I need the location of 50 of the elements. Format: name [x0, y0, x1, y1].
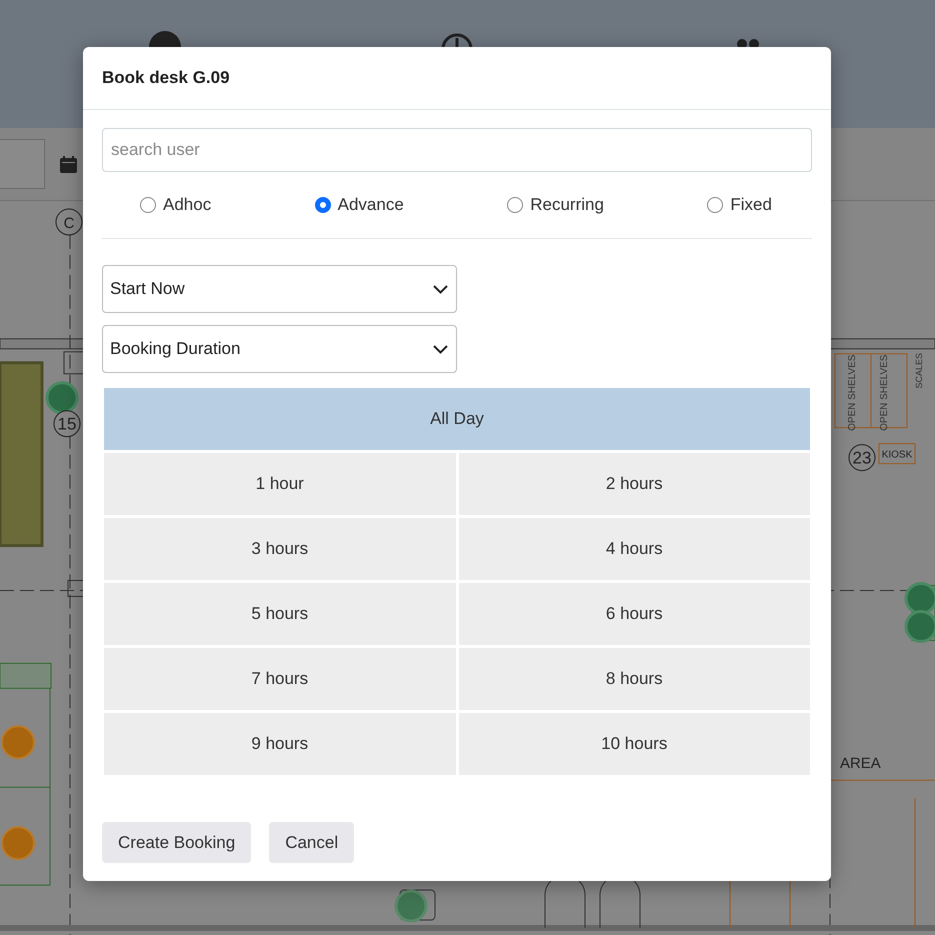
create-button[interactable]: Create Booking: [102, 822, 252, 863]
duration-option[interactable]: 6 hours: [458, 583, 810, 645]
duration-option[interactable]: 2 hours: [458, 453, 810, 515]
desk-marker[interactable]: [1, 725, 35, 760]
cancel-button[interactable]: Cancel: [269, 822, 354, 863]
plan-label: 15: [54, 410, 80, 438]
dropdown[interactable]: Start Now: [102, 265, 457, 313]
booking-type-option[interactable]: Fixed: [707, 195, 772, 215]
option-label: Recurring: [530, 195, 604, 215]
duration-option[interactable]: All Day: [104, 388, 810, 450]
duration-option[interactable]: 3 hours: [104, 518, 456, 580]
duration-option[interactable]: 8 hours: [458, 648, 810, 710]
option-label: Advance: [338, 195, 404, 215]
desk-marker[interactable]: [1, 826, 35, 860]
plan-label: C: [56, 208, 82, 236]
duration-option[interactable]: 5 hours: [104, 583, 456, 645]
dropdown[interactable]: Booking Duration: [102, 325, 457, 373]
desk-marker[interactable]: [394, 890, 428, 923]
radio-button[interactable]: [507, 197, 524, 213]
plan-label: KIOSK: [878, 443, 916, 464]
search-field[interactable]: search user: [102, 128, 812, 172]
duration-option[interactable]: 10 hours: [458, 713, 810, 775]
radio-button[interactable]: [314, 197, 331, 213]
radio-button[interactable]: [140, 197, 156, 213]
duration-option[interactable]: 7 hours: [104, 648, 456, 710]
duration-option[interactable]: 4 hours: [458, 518, 810, 580]
clock-icon[interactable]: [440, 32, 474, 48]
radio-button[interactable]: [707, 197, 724, 213]
duration-option[interactable]: 1 hour: [104, 453, 456, 515]
desk-marker[interactable]: [46, 381, 78, 414]
planter-drawing: [0, 662, 52, 689]
chevron-down-icon: [433, 284, 448, 294]
duration-option[interactable]: 9 hours: [104, 713, 456, 775]
desk-marker[interactable]: [904, 610, 935, 643]
option-label: Adhoc: [163, 195, 212, 215]
plan-label: OPEN SHELVES: [879, 354, 890, 431]
chevron-down-icon: [433, 344, 448, 354]
desk-marker[interactable]: [904, 582, 935, 615]
people-icon[interactable]: [736, 37, 760, 48]
dialog-title: Book desk G.09: [83, 47, 831, 110]
booking-type-option[interactable]: Adhoc: [140, 195, 212, 215]
booking-type-option[interactable]: Recurring: [507, 195, 604, 215]
plan-label: OPEN SHELVES: [847, 354, 858, 431]
toolbar-field[interactable]: [0, 139, 45, 189]
plan-label: AREA: [840, 755, 881, 772]
option-label: Fixed: [730, 195, 772, 215]
calendar-icon[interactable]: [60, 156, 77, 172]
booking-type-option[interactable]: Advance: [314, 195, 404, 215]
plan-label: SCALES: [914, 353, 924, 388]
plan-label: 23: [848, 444, 876, 472]
